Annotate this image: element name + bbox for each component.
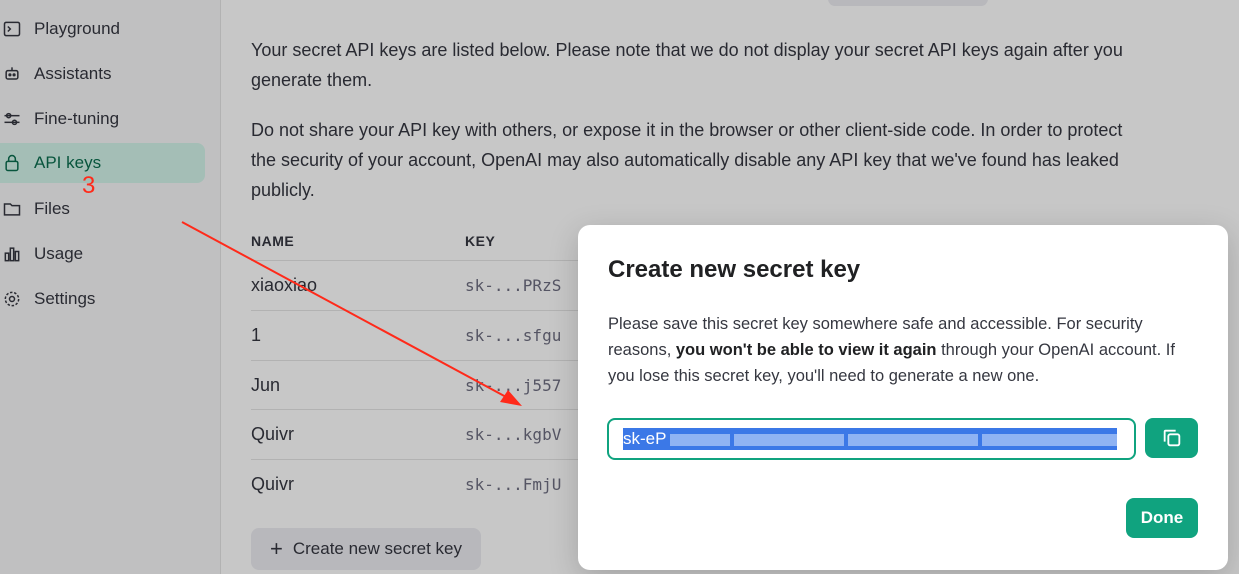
secret-key-field[interactable]: sk-eP	[607, 418, 1136, 460]
secret-key-selection: sk-eP	[623, 428, 1117, 450]
secret-key-value: sk-eP	[623, 429, 667, 448]
done-button[interactable]: Done	[1126, 498, 1198, 538]
annotation-step-number: 3	[82, 172, 96, 199]
redacted-block	[734, 433, 845, 446]
create-key-dialog: Create new secret key Please save this s…	[578, 225, 1228, 570]
copy-icon	[1163, 429, 1180, 447]
dialog-message: Please save this secret key somewhere sa…	[608, 311, 1198, 389]
dialog-title: Create new secret key	[608, 256, 861, 283]
redacted-block	[982, 433, 1117, 446]
dialog-text-bold: you won't be able to view it again	[675, 341, 937, 359]
copy-button[interactable]	[1145, 418, 1198, 458]
redacted-block	[848, 433, 979, 446]
redacted-block	[670, 433, 731, 446]
